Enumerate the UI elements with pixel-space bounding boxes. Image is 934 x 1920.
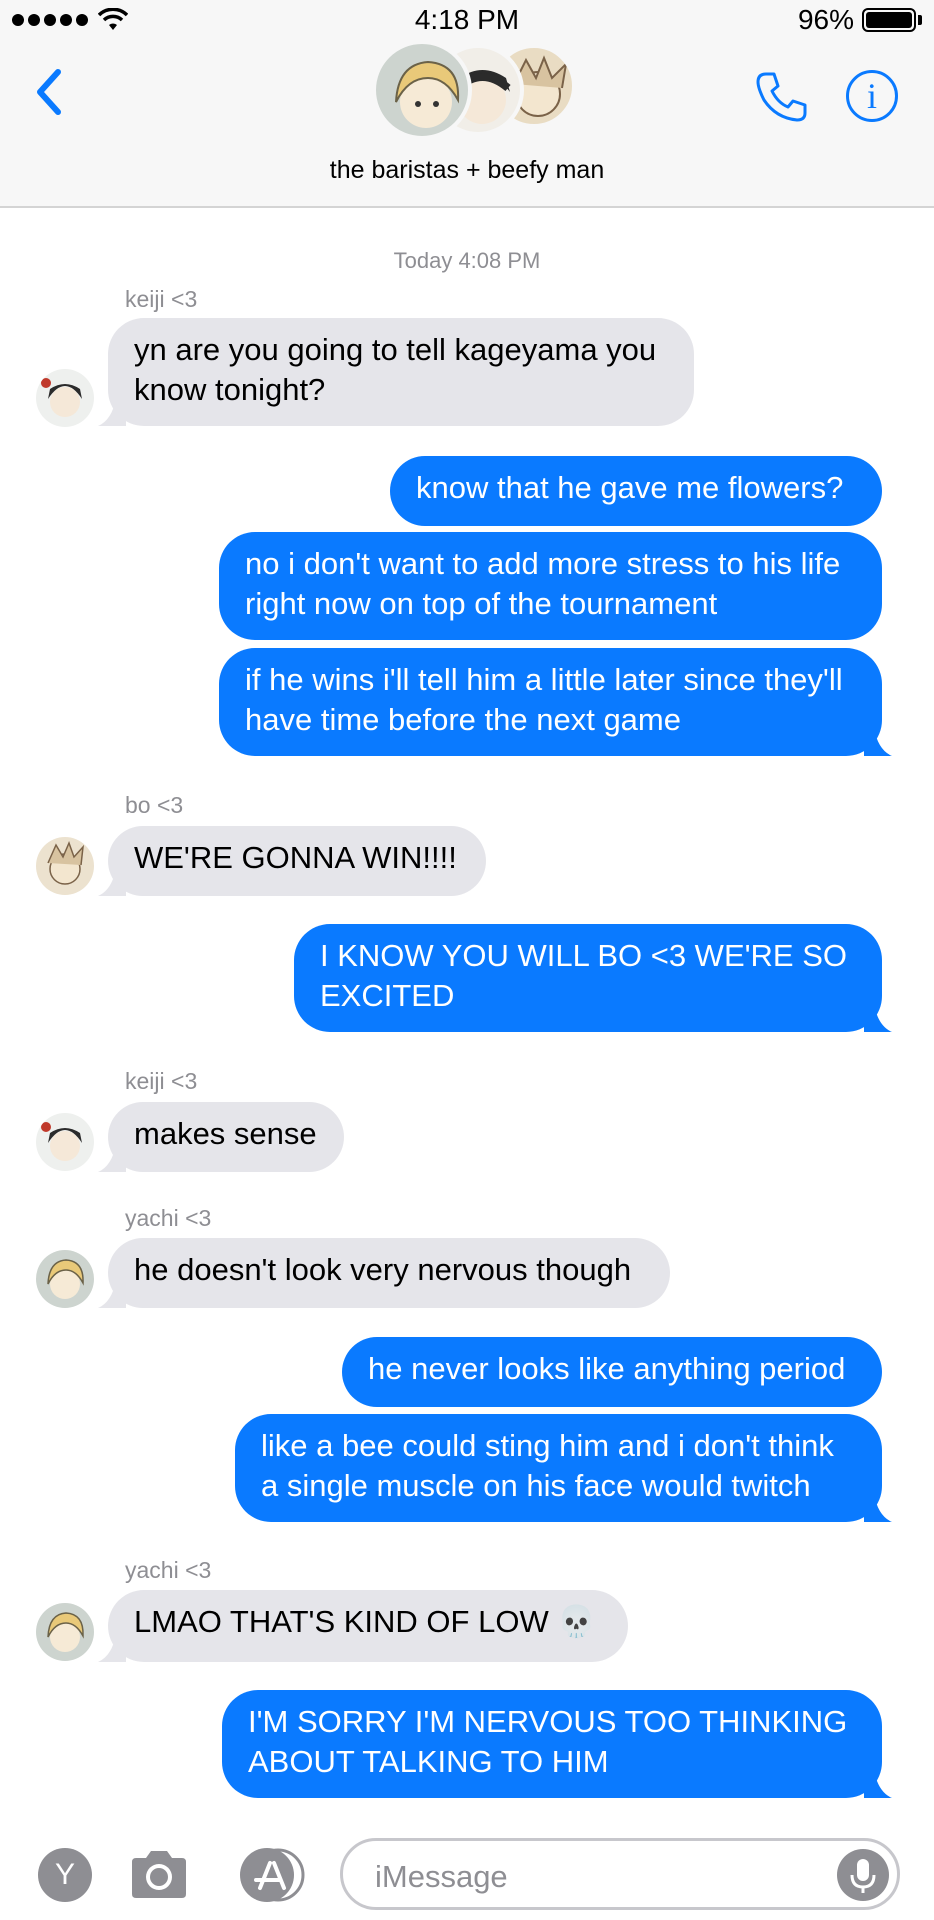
message-text: he doesn't look very nervous though [134,1252,632,1287]
message-text: no i don't want to add more stress to hi… [245,546,841,581]
status-bar: 4:18 PM 96% [0,0,934,44]
app-store-icon[interactable] [234,1846,310,1904]
message-text: know tonight? [134,372,326,407]
message-text: yn are you going to tell kageyama you [134,332,657,367]
microphone-icon[interactable] [837,1849,889,1901]
group-name[interactable]: the baristas + beefy man [0,156,934,185]
message-text: know that he gave me flowers? [416,470,844,505]
battery-percentage: 96% [797,4,854,35]
imessage-placeholder: iMessage [375,1859,508,1894]
message-text: right now on top of the tournament [245,586,718,621]
sender-name: yachi <3 [125,1557,212,1583]
message-bubble-outgoing[interactable]: if he wins i'll tell him a little later … [219,648,892,756]
message-bubble-incoming[interactable]: WE'RE GONNA WIN!!!! [98,826,486,896]
conversation-timestamp: Today 4:08 PM [393,248,541,273]
message-bubble-incoming[interactable]: LMAO THAT'S KIND OF LOW 💀 [98,1590,628,1662]
phone-icon[interactable] [752,66,812,126]
sender-name: keiji <3 [125,1068,198,1094]
camera-icon[interactable] [126,1846,192,1904]
avatar-keiji[interactable] [36,1113,94,1171]
message-text: WE'RE GONNA WIN!!!! [134,840,457,875]
avatar-yachi[interactable] [36,1603,94,1661]
group-avatar-stack[interactable] [372,40,576,140]
avatar-yachi [372,40,472,140]
info-icon[interactable]: i [846,70,898,122]
message-bubble-outgoing[interactable]: no i don't want to add more stress to hi… [219,532,882,640]
status-time: 4:18 PM [414,4,520,35]
message-bubble-outgoing[interactable]: I'M SORRY I'M NERVOUS TOO THINKING ABOUT… [222,1690,892,1798]
message-text: he never looks like anything period [368,1351,846,1386]
imessage-input[interactable]: iMessage [340,1838,900,1910]
message-bubble-outgoing[interactable]: like a bee could sting him and i don't t… [235,1414,892,1522]
back-chevron-icon[interactable] [26,62,76,122]
avatar-yachi[interactable] [36,1250,94,1308]
message-text: makes sense [134,1116,317,1151]
message-bubble-incoming[interactable]: yn are you going to tell kageyama you kn… [98,318,694,426]
message-text: if he wins i'll tell him a little later … [245,662,843,697]
message-text: a single muscle on his face would twitch [261,1468,811,1503]
message-bubble-incoming[interactable]: he doesn't look very nervous though [98,1238,670,1308]
sender-name: keiji <3 [125,286,198,312]
message-text: LMAO THAT'S KIND OF LOW 💀 [134,1604,596,1639]
avatar-bo[interactable] [36,837,94,895]
battery-icon [862,8,916,32]
message-text: ABOUT TALKING TO HIM [248,1744,609,1779]
message-text: have time before the next game [245,702,681,737]
message-text: I KNOW YOU WILL BO <3 WE'RE SO [320,938,847,973]
message-bubble-outgoing[interactable]: he never looks like anything period [342,1337,882,1407]
message-input-bar: Y iMessage [0,1820,934,1920]
app-drawer-button[interactable]: Y [38,1848,92,1902]
message-bubble-incoming[interactable]: makes sense [98,1102,344,1172]
message-text: EXCITED [320,978,455,1013]
avatar-keiji[interactable] [36,369,94,427]
sender-name: bo <3 [125,792,184,818]
message-text: like a bee could sting him and i don't t… [261,1428,834,1463]
message-bubble-outgoing[interactable]: know that he gave me flowers? [390,456,882,526]
sender-name: yachi <3 [125,1205,212,1231]
conversation-header: 4:18 PM 96% the baristas + beefy man i [0,0,934,208]
message-text: I'M SORRY I'M NERVOUS TOO THINKING [248,1704,848,1739]
message-bubble-outgoing[interactable]: I KNOW YOU WILL BO <3 WE'RE SO EXCITED [294,924,892,1032]
